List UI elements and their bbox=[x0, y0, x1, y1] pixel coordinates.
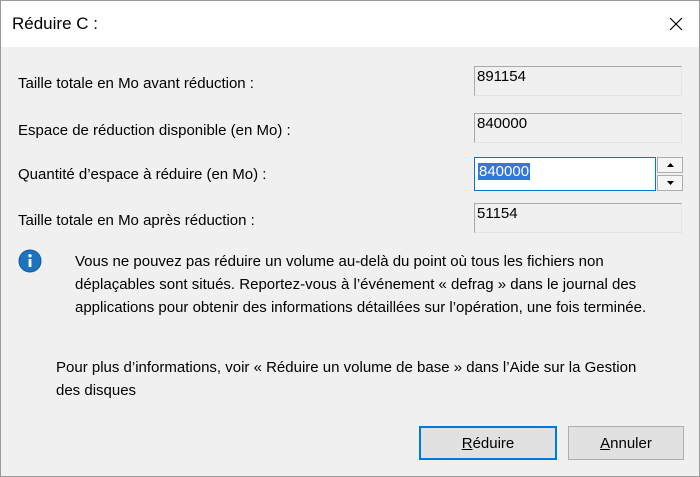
cancel-mnemonic: A bbox=[600, 434, 611, 452]
available-shrink-label: Espace de réduction disponible (en Mo) : bbox=[18, 122, 291, 139]
cancel-button[interactable]: Annuler bbox=[568, 426, 684, 460]
shrink-button[interactable]: Réduire bbox=[419, 426, 557, 460]
amount-to-shrink-input[interactable]: 840000 bbox=[474, 157, 656, 191]
total-after-value: 51154 bbox=[474, 203, 682, 233]
shrink-mnemonic: R bbox=[461, 434, 473, 452]
dialog-title: Réduire C : bbox=[12, 14, 98, 33]
amount-to-shrink-label: Quantité d’espace à réduire (en Mo) : bbox=[18, 166, 267, 183]
selected-text: 840000 bbox=[478, 163, 531, 180]
info-icon bbox=[18, 249, 42, 273]
total-before-value: 891154 bbox=[474, 66, 682, 96]
shrink-dialog: Réduire C : Taille totale en Mo avant ré… bbox=[0, 0, 700, 477]
shrink-label-rest: éduire bbox=[472, 434, 515, 452]
spin-down-button[interactable] bbox=[657, 175, 683, 191]
close-button[interactable] bbox=[653, 1, 699, 47]
info-message: Vous ne pouvez pas réduire un volume au-… bbox=[75, 253, 647, 316]
spin-buttons bbox=[657, 157, 683, 191]
available-shrink-value: 840000 bbox=[474, 113, 682, 143]
amount-to-shrink-stepper[interactable]: 840000 bbox=[474, 157, 683, 191]
cancel-label-rest: nnuler bbox=[610, 434, 652, 452]
total-before-label: Taille totale en Mo avant réduction : bbox=[18, 75, 254, 92]
title-bar: Réduire C : bbox=[1, 1, 699, 47]
close-icon bbox=[669, 17, 683, 31]
total-after-label: Taille totale en Mo après réduction : bbox=[18, 212, 255, 229]
help-message: Pour plus d’informations, voir « Réduire… bbox=[56, 359, 637, 399]
spin-up-button[interactable] bbox=[657, 157, 683, 173]
chevron-up-icon bbox=[666, 163, 674, 167]
chevron-down-icon bbox=[666, 181, 674, 185]
